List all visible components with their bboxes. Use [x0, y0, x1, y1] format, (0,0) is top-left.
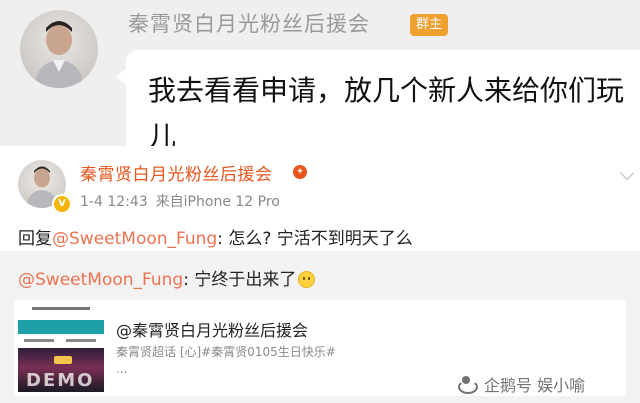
reply-body: : 怎么? 宁活不到明天了么: [217, 229, 413, 249]
watermark: 企鹅号 娱小喻: [456, 372, 585, 396]
smile-emoji-icon: [298, 271, 316, 288]
card-ellipsis: ...: [116, 362, 128, 376]
watermark-text: 企鹅号 娱小喻: [484, 376, 586, 395]
reply-prefix: 回复: [18, 229, 52, 249]
card-title: @秦霄贤白月光粉丝后援会: [116, 321, 309, 340]
post-date: 1-4 12:43: [80, 194, 148, 210]
member-level-icon: ✦: [293, 165, 307, 179]
weibo-comment: V 秦霄贤白月光粉丝后援会 ✦ 1-4 12:43 来自iPhone 12 Pro…: [0, 146, 640, 251]
forwarded-text: @SweetMoon_Fung: 宁终于出来了: [18, 265, 316, 290]
chevron-down-icon[interactable]: [619, 165, 635, 181]
reply-text: 回复@SweetMoon_Fung: 怎么? 宁活不到明天了么: [18, 224, 413, 249]
verified-badge-icon: V: [52, 194, 72, 214]
penguin-logo-icon: [456, 376, 478, 394]
group-owner-badge: 群主: [410, 14, 449, 36]
card-thumbnail: DEMO: [18, 304, 104, 392]
post-meta: 1-4 12:43 来自iPhone 12 Pro: [80, 191, 288, 211]
forwarded-mention-link[interactable]: @SweetMoon_Fung: [18, 270, 183, 290]
sender-name: 秦霄贤白月光粉丝后援会: [128, 12, 370, 36]
thumbnail-text: DEMO: [26, 370, 95, 391]
reply-mention-link[interactable]: @SweetMoon_Fung: [52, 229, 217, 249]
sender-avatar[interactable]: [20, 10, 98, 88]
group-chat-message: 秦霄贤白月光粉丝后援会 群主 我去看看申请，放几个新人来给你们玩儿: [0, 0, 640, 160]
author-name[interactable]: 秦霄贤白月光粉丝后援会: [80, 160, 273, 185]
card-description: 秦霄贤超话 [心]#秦霄贤0105生日快乐#: [116, 345, 336, 359]
post-source: 来自iPhone 12 Pro: [155, 194, 280, 210]
person-avatar-icon: [34, 21, 84, 88]
forwarded-body: : 宁终于出来了: [183, 270, 297, 290]
